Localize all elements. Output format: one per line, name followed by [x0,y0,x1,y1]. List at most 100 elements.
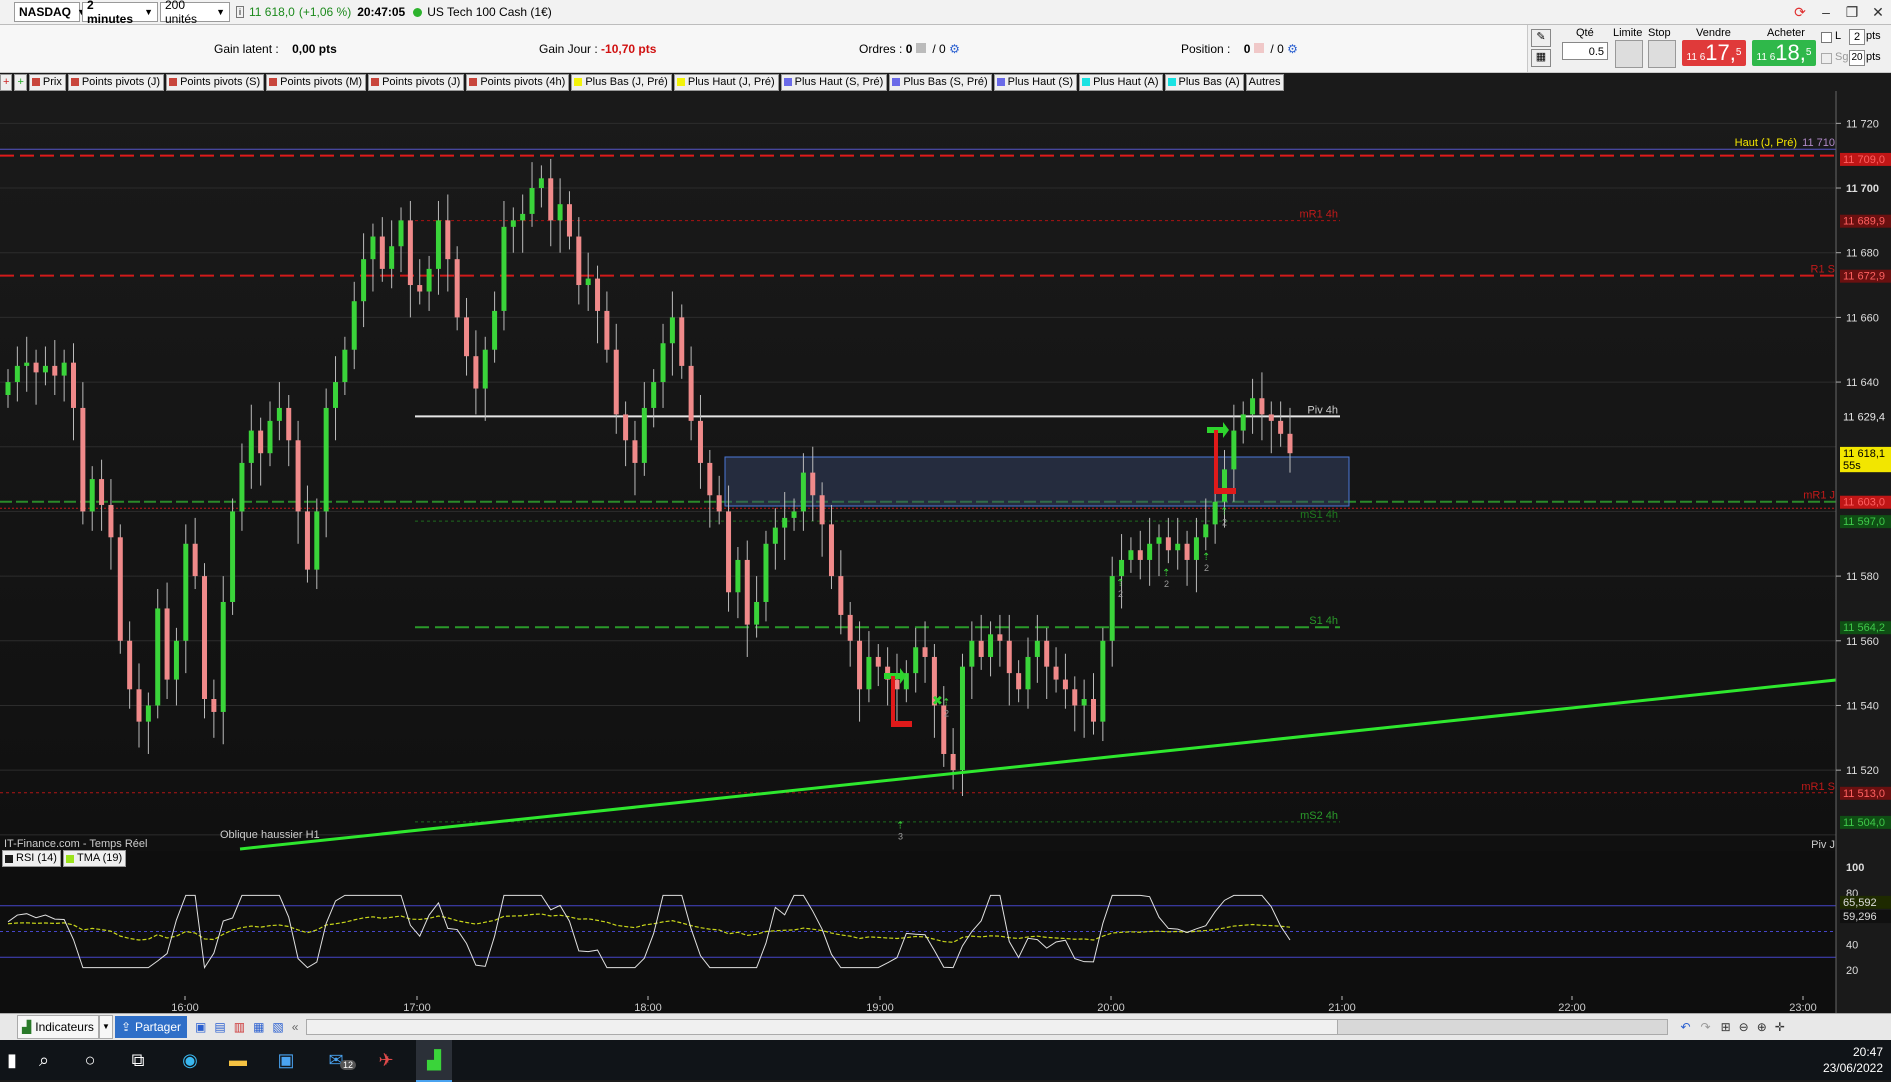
candle [202,576,208,699]
position-settings-icon[interactable]: ⚙ [1287,42,1298,56]
horizontal-scrollbar[interactable] [306,1019,1669,1035]
price-chart[interactable]: ✖ ⇡2⇡2⇡2⇡2⇡3⇡2 Haut (J, Pré) 11 710mR1 4h… [0,91,1891,1013]
legend-item[interactable]: Autres [1245,73,1285,91]
toolbar-icon-1[interactable]: ▣ [195,1020,206,1034]
candle [1268,414,1274,421]
limit-order-button[interactable] [1615,40,1643,68]
sell-button[interactable]: 11 617,5 [1682,40,1746,66]
legend-item[interactable]: Plus Bas (J, Pré) [571,73,672,91]
legend-item[interactable]: Plus Haut (S) [993,73,1078,91]
legend-item[interactable]: Plus Haut (A) [1079,73,1163,91]
instrument-selector[interactable]: NASDAQ▼ [14,2,86,22]
zoom-in-icon[interactable]: ⊕ [1757,1020,1767,1034]
supply-zone-rect[interactable] [724,456,1350,507]
candle [183,543,189,641]
level-label-mr1-s: mR1 S [1801,781,1835,793]
legend-item[interactable]: Points pivots (S) [166,73,265,91]
legend-item[interactable]: Prix [28,73,66,91]
legend-label: Plus Bas (J, Pré) [585,75,668,88]
edge-browser-icon[interactable]: ◉ [178,1048,202,1072]
level-label-haut-value: 11 710 [1802,137,1835,149]
option-sg-checkbox[interactable] [1821,53,1832,64]
candle [726,511,732,593]
scrollbar-thumb[interactable] [307,1020,1339,1034]
candle [14,365,20,383]
cortana-icon[interactable]: ○ [78,1048,102,1072]
indicators-dropdown-icon[interactable]: ▼ [98,1015,113,1039]
file-explorer-icon[interactable]: ▬ [226,1048,250,1072]
candle [875,656,881,667]
orders-list-icon[interactable] [915,43,926,53]
legend-item[interactable]: Plus Bas (S, Pré) [889,73,992,91]
add-indicator-button[interactable]: + [0,73,13,91]
toolbar-icon-5[interactable]: ▧ [272,1020,283,1034]
legend-label: Plus Haut (J, Pré) [687,75,775,88]
restore-icon[interactable]: ❐ [1839,0,1865,24]
candle [529,188,535,214]
buy-button[interactable]: 11 618,5 [1752,40,1816,66]
level-label-mr1-4h: mR1 4h [1299,209,1338,221]
share-button[interactable]: ⇪ Partager [114,1016,188,1038]
redo-icon[interactable]: ↷ [1701,1020,1711,1034]
mail-badge: 12 [340,1060,357,1070]
candle [716,495,722,512]
candle [1203,524,1209,538]
legend-item[interactable]: Plus Haut (J, Pré) [673,73,779,91]
pts-input-1[interactable]: 2 [1849,29,1865,45]
store-icon[interactable]: ▣ [274,1048,298,1072]
legend-item[interactable]: Plus Bas (A) [1164,73,1244,91]
legend-item[interactable]: Points pivots (M) [266,73,367,91]
task-view-icon[interactable]: ⧉ [126,1048,150,1072]
legend-swatch [783,78,792,86]
legend-item[interactable]: Points pivots (4h) [466,73,570,91]
search-icon[interactable]: ⌕ [32,1048,56,1072]
position-close-icon[interactable] [1253,43,1264,53]
toolbar-icon-4[interactable]: ▦ [253,1020,264,1034]
legend-item[interactable]: Plus Haut (S, Pré) [780,73,888,91]
level-label-piv-4h: Piv 4h [1307,404,1338,416]
app-icon[interactable]: ✈ [374,1048,398,1072]
signal-up-icon: ⇡ [1116,578,1124,589]
toolbar-icon-3[interactable]: ▥ [234,1020,245,1034]
prorealtime-taskbar-icon[interactable]: ▟ [416,1040,452,1082]
scroll-back-icon[interactable]: « [292,1020,299,1034]
legend-label: Plus Bas (S, Pré) [903,75,988,88]
order-tool-icon[interactable]: ✎ [1531,29,1551,47]
toolbar-icon-2[interactable]: ▤ [214,1020,225,1034]
minimize-icon[interactable]: – [1813,0,1839,24]
candle [89,479,95,512]
candle [220,601,226,712]
legend-label: TMA (19) [76,852,123,864]
zoom-indicator-button[interactable]: + [14,73,27,91]
price-tag-label: 11 597,0 [1843,516,1885,528]
orders-summary[interactable]: Ordres : 0 / 0 ⚙ [859,42,960,56]
start-icon[interactable]: ▮ [0,1048,24,1072]
indicators-button[interactable]: ▟ Indicateurs [17,1015,99,1039]
refresh-icon[interactable]: ⟳ [1787,0,1813,24]
buy-price-prefix: 11 6 [1756,52,1776,63]
zoom-out-icon[interactable]: ⊖ [1739,1020,1749,1034]
candle [1006,640,1012,674]
calculator-icon[interactable]: ▦ [1531,49,1551,67]
rsi-legend-item[interactable]: TMA (19) [62,850,127,867]
units-selector[interactable]: 200 unités ▼ [160,0,230,26]
rsi-legend-item[interactable]: RSI (14) [2,850,61,867]
level-label-ms2-4h: mS2 4h [1300,810,1338,822]
stop-order-button[interactable] [1648,40,1676,68]
legend-label: Autres [1248,75,1281,88]
timeframe-selector[interactable]: 2 minutes ▼ [82,0,158,26]
option-l-checkbox[interactable] [1821,32,1832,43]
position-summary[interactable]: Position : 0 / 0 ⚙ [1181,42,1298,56]
orders-settings-icon[interactable]: ⚙ [949,42,960,56]
crosshair-icon[interactable]: ✛ [1775,1020,1785,1034]
level-label-s1-4h: S1 4h [1309,615,1338,627]
legend-item[interactable]: Points pivots (J) [67,73,165,91]
close-icon[interactable]: ✕ [1865,0,1891,24]
undo-icon[interactable]: ↶ [1680,1020,1690,1034]
qty-input[interactable]: 0.5 [1562,42,1608,60]
pts-input-2[interactable]: 20 [1849,50,1865,66]
candle [800,472,806,512]
legend-item[interactable]: Points pivots (J) [368,73,465,91]
zoom-fit-icon[interactable]: ⊞ [1721,1020,1731,1034]
candle [1128,550,1134,560]
